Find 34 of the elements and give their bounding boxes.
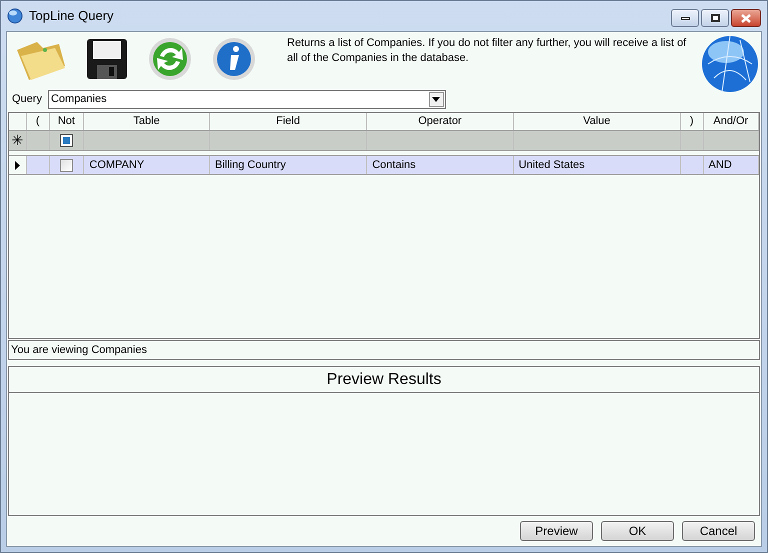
column-header: Table (84, 113, 210, 130)
minimize-button[interactable] (671, 9, 699, 27)
column-header: Field (210, 113, 368, 130)
info-icon[interactable] (211, 36, 257, 82)
maximize-button[interactable] (701, 9, 729, 27)
refresh-icon[interactable] (147, 36, 193, 82)
dialog-button[interactable]: OK (601, 521, 674, 541)
query-description: Returns a list of Companies. If you do not filter any further, you will receive a list of all of the Companies in the database. (287, 36, 688, 66)
dialog-button[interactable]: Cancel (682, 521, 755, 541)
column-header: ( (26, 113, 50, 130)
column-header: Operator (367, 113, 514, 130)
table-cell: Billing Country (210, 156, 368, 174)
window-title: TopLine Query (29, 7, 114, 26)
query-label: Query (12, 92, 42, 108)
not-checkbox[interactable] (60, 158, 74, 172)
preview-title: Preview Results (9, 367, 759, 393)
column-header: And/Or (704, 113, 759, 130)
table-cell: United States (514, 156, 681, 174)
column-header: ) (680, 113, 704, 130)
globe-icon (700, 34, 760, 94)
app-globe-icon (7, 8, 23, 24)
close-button[interactable] (731, 9, 761, 27)
close-icon (741, 14, 751, 22)
status-text: You are viewing Companies (8, 340, 760, 360)
table-cell: COMPANY (84, 156, 210, 174)
table-cell: Contains (367, 156, 514, 174)
current-row-icon (14, 160, 20, 170)
column-header: Not (50, 113, 84, 130)
query-dropdown[interactable]: Companies (48, 90, 446, 109)
not-checkbox[interactable] (60, 134, 73, 147)
dialog-button[interactable]: Preview (520, 521, 593, 541)
dropdown-arrow-icon (432, 97, 440, 102)
column-header: Value (514, 113, 681, 130)
table-cell: AND (704, 156, 759, 174)
